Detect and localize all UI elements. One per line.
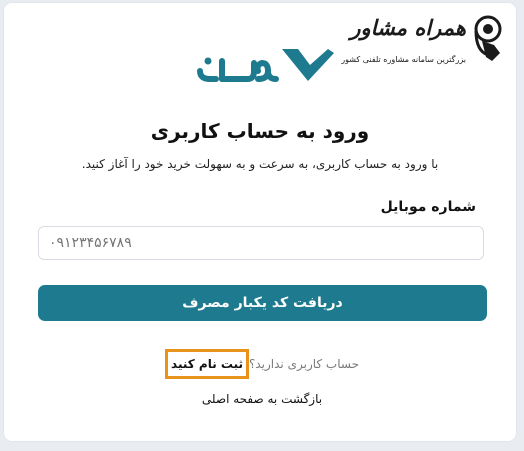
vibe-logo-icon (197, 49, 334, 82)
mobile-number-input[interactable] (38, 226, 484, 260)
signup-link[interactable]: ثبت نام کنید (165, 349, 249, 379)
page-subtitle: با ورود به حساب کاربری، به سرعت و به سهو… (81, 157, 439, 171)
watermark: همراه مشاور بزرگترین سامانه مشاوره تلفنی… (336, 9, 510, 71)
watermark-script-text: همراه مشاور (350, 15, 466, 40)
back-to-home-link[interactable]: بازگشت به صفحه اصلی (0, 392, 524, 406)
signup-row: حساب کاربری ندارید؟ ثبت نام کنید (0, 349, 524, 379)
mobile-field-label: شماره موبایل (380, 199, 476, 215)
watermark-tagline: بزرگترین سامانه مشاوره تلفنی کشور (341, 55, 466, 64)
page-title: ورود به حساب کاربری (150, 119, 370, 143)
headset-emblem-icon (474, 15, 502, 61)
get-otp-button[interactable]: دریافت کد یکبار مصرف (38, 285, 487, 321)
signup-question: حساب کاربری ندارید؟ (249, 357, 359, 371)
brand-logo (196, 45, 336, 89)
